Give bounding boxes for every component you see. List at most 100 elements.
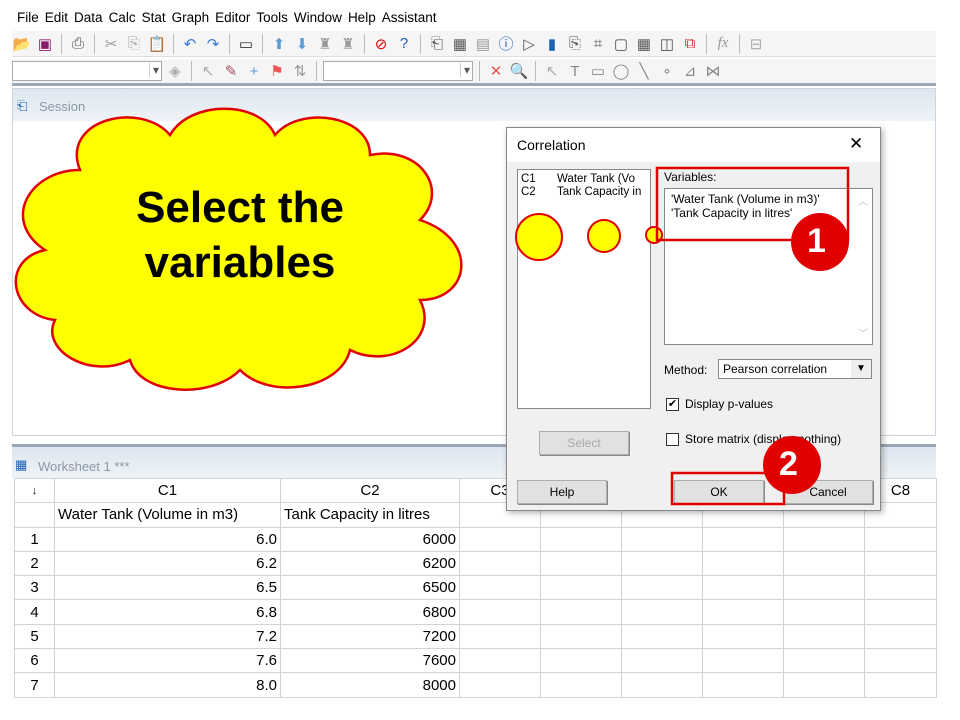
cell[interactable] <box>621 550 703 577</box>
cell[interactable] <box>783 623 865 650</box>
window-icon[interactable]: ▭ <box>236 34 256 54</box>
row-number[interactable]: 4 <box>14 599 55 625</box>
cell[interactable] <box>459 575 541 601</box>
cell[interactable] <box>864 526 937 552</box>
arrow-down-icon[interactable]: ⬇ <box>292 34 312 54</box>
cell[interactable] <box>621 575 703 601</box>
crosshair-icon[interactable]: + <box>244 61 264 81</box>
cell[interactable]: 7200 <box>280 623 460 650</box>
list-item[interactable]: C2 Tank Capacity in <box>518 185 650 198</box>
cell[interactable]: 6800 <box>280 599 460 625</box>
cell[interactable]: 8.0 <box>54 672 281 698</box>
menu-edit[interactable]: Edit <box>44 6 73 28</box>
layout-icon[interactable]: ⌗ <box>588 34 608 54</box>
column-name-cell[interactable]: Water Tank (Volume in m3) <box>54 502 281 528</box>
cell[interactable] <box>783 526 865 552</box>
select-button[interactable]: Select <box>539 431 629 455</box>
cell[interactable] <box>783 672 865 698</box>
cell[interactable] <box>459 672 541 698</box>
menu-assistant[interactable]: Assistant <box>381 6 442 28</box>
cell[interactable] <box>459 550 541 577</box>
cell[interactable] <box>702 648 784 674</box>
undo-icon[interactable]: ↶ <box>180 34 200 54</box>
cell[interactable]: 7.6 <box>54 648 281 674</box>
cell[interactable] <box>621 526 703 552</box>
cell[interactable] <box>864 623 937 650</box>
menu-window[interactable]: Window <box>293 6 347 28</box>
cell[interactable] <box>621 648 703 674</box>
graph-element-dropdown[interactable] <box>323 61 473 81</box>
row-number[interactable]: 3 <box>14 575 55 601</box>
scroll-down-icon[interactable]: ﹀ <box>858 325 868 340</box>
cell[interactable]: 6.0 <box>54 526 281 552</box>
flag-icon[interactable]: ⚑ <box>267 61 287 81</box>
brush-icon[interactable]: ◈ <box>165 61 185 81</box>
new-icon[interactable]: ⎘ <box>565 34 585 54</box>
copy-icon[interactable]: ⎘ <box>124 34 144 54</box>
cell[interactable] <box>702 599 784 625</box>
find-icon[interactable]: ♜ <box>315 34 335 54</box>
pointer-icon[interactable]: ↖ <box>198 61 218 81</box>
list-item[interactable]: C1 Water Tank (Vo <box>518 170 650 185</box>
replace-icon[interactable]: ♜ <box>338 34 358 54</box>
redo-icon[interactable]: ↷ <box>203 34 223 54</box>
cell[interactable] <box>702 672 784 698</box>
command-icon[interactable]: ▷ <box>519 34 539 54</box>
cell[interactable]: 7600 <box>280 648 460 674</box>
help-icon[interactable]: ? <box>394 34 414 54</box>
cell[interactable] <box>540 648 622 674</box>
cut-icon[interactable]: ✂ <box>101 34 121 54</box>
menu-data[interactable]: Data <box>73 6 108 28</box>
tree-icon[interactable]: ⊟ <box>746 34 766 54</box>
cell[interactable] <box>540 550 622 577</box>
row-number[interactable]: 1 <box>14 526 55 552</box>
cell[interactable] <box>540 599 622 625</box>
cell[interactable] <box>783 575 865 601</box>
print-icon[interactable]: ⎙ <box>68 34 88 54</box>
cell[interactable] <box>621 599 703 625</box>
row-number[interactable]: 2 <box>14 550 55 577</box>
store-matrix-checkbox[interactable] <box>666 433 679 446</box>
graphs-icon[interactable]: ▤ <box>473 34 493 54</box>
cell[interactable] <box>540 672 622 698</box>
method-dropdown[interactable]: Pearson correlation ▼ <box>718 359 872 379</box>
row-number[interactable]: 5 <box>14 623 55 650</box>
cell[interactable]: 7.2 <box>54 623 281 650</box>
formula-icon[interactable]: fx <box>713 34 733 54</box>
cell[interactable] <box>621 672 703 698</box>
cancel-icon[interactable]: ⊘ <box>371 34 391 54</box>
cell[interactable] <box>459 526 541 552</box>
cell[interactable] <box>459 623 541 650</box>
close-all-icon[interactable]: ⧉ <box>680 34 700 54</box>
cell[interactable] <box>864 550 937 577</box>
cell[interactable] <box>702 575 784 601</box>
variables-input[interactable]: 'Water Tank (Volume in m3)' 'Tank Capaci… <box>664 188 873 345</box>
cell[interactable] <box>540 623 622 650</box>
menu-editor[interactable]: Editor <box>214 6 255 28</box>
swap-icon[interactable]: ⇅ <box>290 61 310 81</box>
cell[interactable] <box>459 648 541 674</box>
zoom-icon[interactable]: 🔍 <box>509 61 529 81</box>
column-header[interactable]: C1 <box>54 477 281 504</box>
ok-button[interactable]: OK <box>674 480 764 504</box>
cell[interactable] <box>783 599 865 625</box>
menu-stat[interactable]: Stat <box>141 6 171 28</box>
cell[interactable] <box>702 550 784 577</box>
row-number[interactable]: 7 <box>14 672 55 698</box>
menu-file[interactable]: File <box>16 6 44 28</box>
tile-icon[interactable]: ▢ <box>611 34 631 54</box>
ellipse-icon[interactable]: ◯ <box>611 61 631 81</box>
cell[interactable]: 8000 <box>280 672 460 698</box>
cell[interactable]: 6.5 <box>54 575 281 601</box>
chevron-down-icon[interactable]: ▼ <box>851 360 871 378</box>
cell[interactable] <box>864 672 937 698</box>
data-direction-arrow[interactable]: ↓ <box>14 477 55 504</box>
cell[interactable] <box>864 599 937 625</box>
menu-tools[interactable]: Tools <box>255 6 293 28</box>
polyline-icon[interactable]: ⊿ <box>680 61 700 81</box>
info-icon[interactable]: ⓘ <box>496 34 516 54</box>
polygon-icon[interactable]: ⋈ <box>703 61 723 81</box>
column-header[interactable]: C2 <box>280 477 460 504</box>
display-pvalues-checkbox[interactable]: ✔ <box>666 398 679 411</box>
cell[interactable] <box>783 648 865 674</box>
